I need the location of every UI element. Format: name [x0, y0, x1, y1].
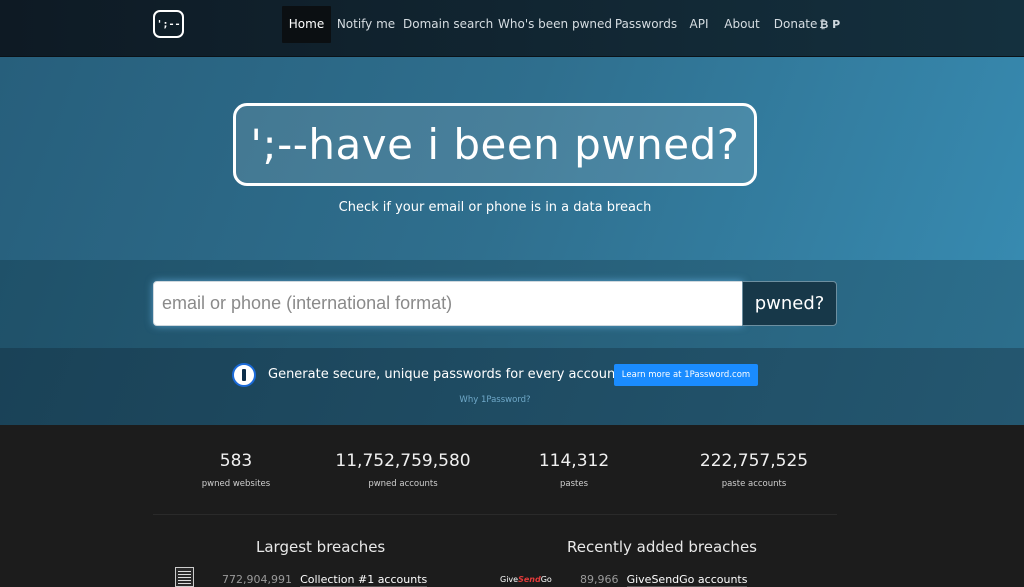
hero-section: ';--have i been pwned? Check if your ema… — [0, 57, 1024, 260]
stat-paste-accounts: 222,757,525 paste accounts — [684, 451, 824, 489]
site-logo[interactable]: ';-- — [153, 10, 184, 38]
givesendgo-logo: GiveSendGo — [500, 575, 552, 584]
logo-part-send: Send — [518, 575, 541, 584]
why-1password-link[interactable]: Why 1Password? — [0, 395, 990, 405]
logo-part-go: Go — [540, 575, 552, 584]
bitcoin-paypal-icon: ₿ P — [819, 18, 841, 31]
promo-text: Generate secure, unique passwords for ev… — [268, 367, 621, 382]
recent-breach-item: 89,966 GiveSendGo accounts — [580, 568, 748, 587]
stat-label: pastes — [559, 479, 589, 489]
nav-notify-me[interactable]: Notify me — [334, 6, 398, 43]
stat-label: pwned websites — [201, 479, 271, 489]
stat-label: pwned accounts — [368, 479, 438, 489]
document-icon — [175, 567, 194, 587]
stat-value: 114,312 — [538, 451, 610, 471]
recent-breaches-title: Recently added breaches — [567, 538, 757, 556]
nav-domain-search[interactable]: Domain search — [403, 6, 493, 43]
top-navbar: ';-- Home Notify me Domain search Who's … — [0, 0, 1024, 57]
nav-whos-been-pwned[interactable]: Who's been pwned — [498, 6, 612, 43]
learn-more-button[interactable]: Learn more at 1Password.com — [614, 364, 758, 386]
1password-icon — [232, 363, 256, 387]
stats-section: 583 pwned websites 11,752,759,580 pwned … — [0, 425, 1024, 587]
logo-part-give: Give — [500, 575, 519, 584]
nav-home[interactable]: Home — [282, 6, 331, 43]
promo-section: Generate secure, unique passwords for ev… — [0, 348, 1024, 425]
stat-pastes: 114,312 pastes — [524, 451, 624, 489]
stat-pwned-websites: 583 pwned websites — [186, 451, 286, 489]
page-title: ';--have i been pwned? — [233, 103, 757, 186]
nav-api[interactable]: API — [686, 6, 712, 43]
nav-about[interactable]: About — [721, 6, 763, 43]
nav-donate[interactable]: Donate ₿ P — [771, 6, 843, 43]
largest-breaches-title: Largest breaches — [256, 538, 386, 556]
largest-breach-item: 772,904,991 Collection #1 accounts — [222, 568, 428, 587]
stat-value: 11,752,759,580 — [335, 451, 471, 471]
breach-name-link[interactable]: Collection #1 accounts — [300, 573, 428, 587]
stat-value: 583 — [219, 451, 253, 471]
pwned-button[interactable]: pwned? — [742, 281, 837, 326]
breach-count: 772,904,991 — [222, 573, 292, 586]
stat-value: 222,757,525 — [699, 451, 809, 471]
search-input[interactable] — [153, 281, 743, 326]
nav-passwords[interactable]: Passwords — [613, 6, 679, 43]
search-section: pwned? — [0, 260, 1024, 348]
stat-label: paste accounts — [721, 479, 787, 489]
breach-name-link[interactable]: GiveSendGo accounts — [626, 573, 748, 587]
page-subtitle: Check if your email or phone is in a dat… — [338, 200, 652, 215]
stat-pwned-accounts: 11,752,759,580 pwned accounts — [328, 451, 478, 489]
breach-count: 89,966 — [580, 573, 619, 586]
stats-divider — [153, 514, 837, 515]
nav-donate-label: Donate — [773, 17, 818, 31]
